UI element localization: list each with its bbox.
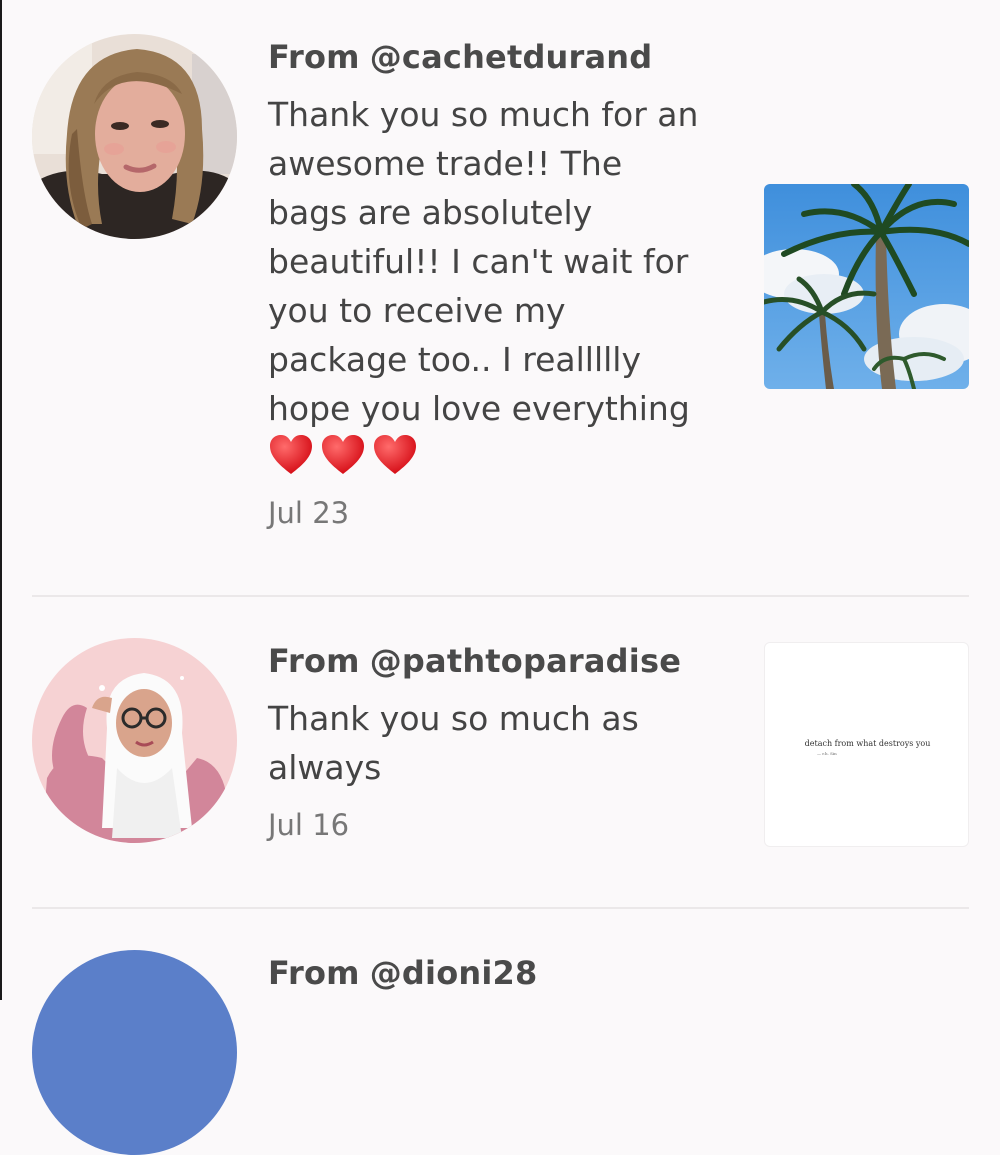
sender-prefix: From: [268, 954, 360, 992]
message-text: Thank you so much for an awesome trade!!…: [268, 95, 699, 428]
avatar[interactable]: [32, 950, 237, 1155]
attachment-image[interactable]: detach from what destroys you — r.h. Sin: [764, 642, 969, 847]
red-heart-icon: [374, 435, 416, 474]
message-item[interactable]: From @cachetdurand Thank you so much for …: [0, 0, 1000, 598]
message-text: Thank you so much as always: [268, 699, 639, 787]
message-item[interactable]: From @dioni28: [0, 910, 1000, 1155]
red-heart-icon: [270, 435, 312, 474]
divider: [32, 907, 969, 909]
divider: [32, 595, 969, 597]
quote-author: — r.h. Sin: [817, 751, 837, 756]
sender-handle[interactable]: @cachetdurand: [370, 38, 653, 76]
sender-handle[interactable]: @dioni28: [370, 954, 538, 992]
sender-line: From @cachetdurand: [268, 38, 652, 76]
sender-line: From @pathtoparadise: [268, 642, 681, 680]
sender-handle[interactable]: @pathtoparadise: [370, 642, 681, 680]
emoji-row: [268, 432, 418, 478]
sender-line: From @dioni28: [268, 954, 537, 992]
avatar[interactable]: [32, 34, 237, 239]
sender-prefix: From: [268, 38, 360, 76]
sender-prefix: From: [268, 642, 360, 680]
message-feed[interactable]: From @cachetdurand Thank you so much for …: [0, 0, 1000, 1155]
message-date: Jul 16: [268, 808, 350, 842]
attachment-image[interactable]: [764, 184, 969, 389]
palm-trees-photo: [764, 184, 969, 389]
quote-text: detach from what destroys you: [804, 739, 931, 748]
avatar[interactable]: [32, 638, 237, 843]
red-heart-icon: [322, 435, 364, 474]
message-date: Jul 23: [268, 496, 350, 530]
message-item[interactable]: From @pathtoparadise Thank you so much as…: [0, 598, 1000, 910]
